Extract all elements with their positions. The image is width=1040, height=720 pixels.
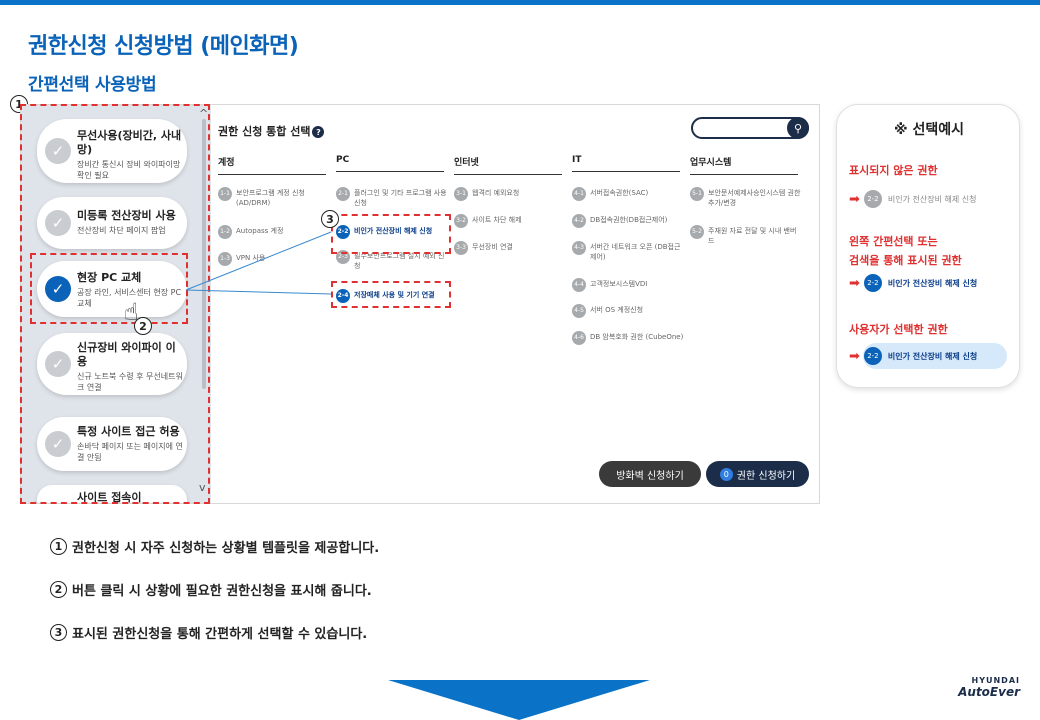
example-item-text: 비인가 전산장비 해제 신청 (887, 351, 978, 361)
example-title: ※ 선택예시 (893, 122, 964, 138)
red-arrow-icon: ➡ (849, 275, 860, 291)
example-label-selected: 사용자가 선택한 권한 (849, 323, 948, 336)
step-marker-3: 3 (321, 210, 339, 228)
example-label-shown-b: 검색을 통해 표시된 권한 (849, 254, 962, 267)
note-2: 2 버튼 클릭 시 상황에 필요한 권한신청을 표시해 줍니다. (50, 580, 372, 599)
example-item-text: 비인가 전산장비 해제 신청 (887, 194, 977, 204)
example-item-text: 비인가 전산장비 해제 신청 (887, 278, 978, 288)
example-row-selected: ➡ 2-2 비인가 전산장비 해제 신청 (849, 347, 977, 365)
note-number: 3 (50, 624, 67, 641)
note-1: 1 권한신청 시 자주 신청하는 상황별 템플릿을 제공합니다. (50, 537, 379, 556)
red-arrow-icon: ➡ (849, 191, 860, 207)
item-number: 2-2 (863, 347, 882, 365)
logo-bottom: AutoEver (958, 685, 1020, 699)
step-marker-2: 2 (134, 317, 152, 335)
down-arrow-icon (388, 680, 650, 720)
company-logo: HYUNDAI AutoEver (940, 676, 1020, 699)
note-number: 1 (50, 538, 67, 555)
note-number: 2 (50, 581, 67, 598)
note-text: 버튼 클릭 시 상황에 필요한 권한신청을 표시해 줍니다. (72, 584, 372, 599)
example-row-shown: ➡ 2-2 비인가 전산장비 해제 신청 (849, 274, 977, 292)
item-number: 2-2 (863, 190, 882, 208)
item-number: 2-2 (863, 274, 882, 292)
note-3: 3 표시된 권한신청을 통해 간편하게 선택할 수 있습니다. (50, 623, 367, 642)
selection-example-panel: ※ 선택예시 표시되지 않은 권한 ➡ 2-2 비인가 전산장비 해제 신청 왼… (836, 104, 1020, 388)
connector-line-2-2 (185, 231, 332, 291)
example-label-unshown: 표시되지 않은 권한 (849, 164, 938, 177)
example-label-shown-a: 왼쪽 간편선택 또는 (849, 235, 938, 248)
note-text: 권한신청 시 자주 신청하는 상황별 템플릿을 제공합니다. (72, 541, 380, 556)
red-arrow-icon: ➡ (849, 348, 860, 364)
connector-line-2-4 (185, 289, 332, 295)
logo-top: HYUNDAI (971, 676, 1020, 685)
example-row-unshown: ➡ 2-2 비인가 전산장비 해제 신청 (849, 190, 977, 208)
note-text: 표시된 권한신청을 통해 간편하게 선택할 수 있습니다. (72, 627, 368, 642)
